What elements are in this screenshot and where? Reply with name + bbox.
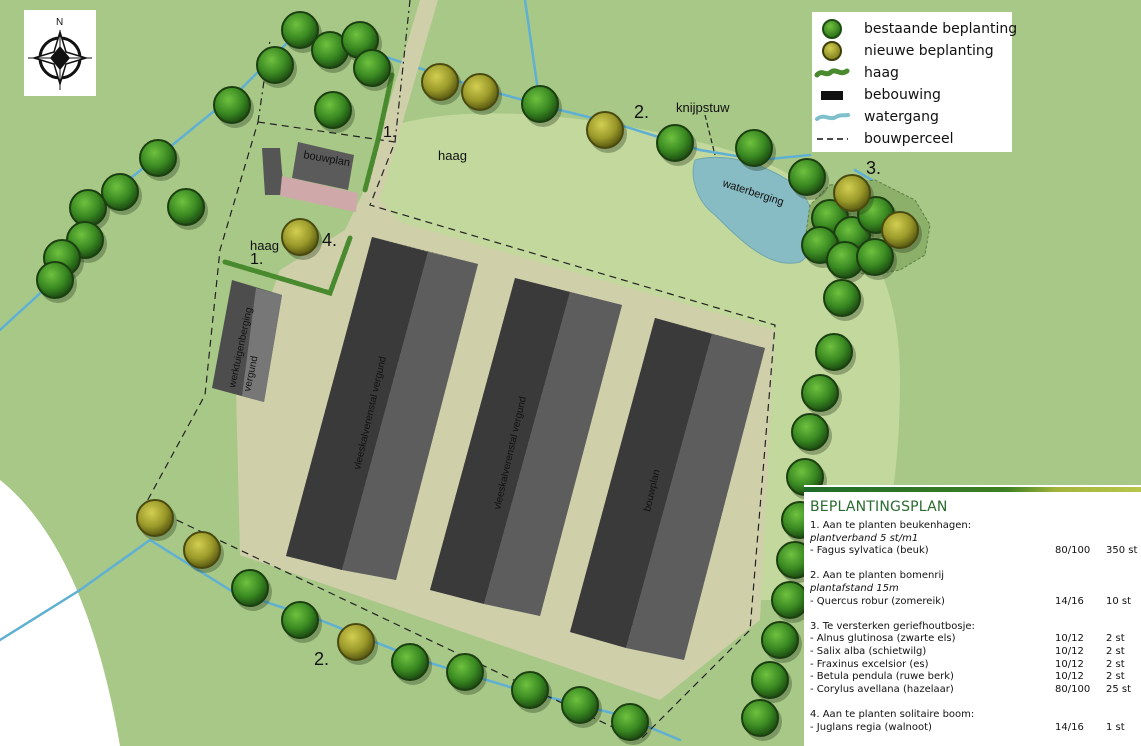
existing-tree-icon	[561, 686, 599, 724]
plan-line: 3. Te versterken geriefhoutbosje:	[810, 620, 975, 632]
plan-quantity: 2 st	[1106, 671, 1125, 683]
label-num-4: 4.	[322, 230, 337, 250]
existing-tree-icon	[256, 46, 294, 84]
existing-tree-icon	[761, 621, 799, 659]
new-tree-icon	[822, 41, 842, 61]
legend-item-plot: bouwperceel	[812, 129, 954, 149]
existing-tree-icon	[741, 699, 779, 737]
plan-line: plantafstand 15m	[810, 583, 899, 594]
legend-item-building: bebouwing	[812, 85, 941, 105]
watercourse-icon	[815, 113, 850, 121]
existing-tree-icon	[167, 188, 205, 226]
legend-label: bebouwing	[864, 87, 941, 103]
legend-label: nieuwe beplanting	[864, 43, 994, 59]
plan-line: - Salix alba (schietwilg)	[810, 646, 927, 657]
plan-quantity: 10 st	[1106, 595, 1132, 607]
plan-quantity: 350 st	[1106, 545, 1138, 557]
plan-line: - Alnus glutinosa (zwarte els)	[810, 633, 956, 645]
new-tree-icon	[136, 499, 174, 537]
existing-tree-icon	[751, 661, 789, 699]
planting-plan-panel: BEPLANTINGSPLAN 1. Aan te planten beuken…	[804, 485, 1141, 746]
plan-quantity: 2 st	[1106, 658, 1125, 670]
new-tree-icon	[833, 174, 871, 212]
existing-tree-icon	[656, 124, 694, 162]
existing-tree-icon	[788, 158, 826, 196]
legend-item-watercourse: watergang	[812, 107, 939, 127]
new-tree-icon	[183, 531, 221, 569]
legend-label: watergang	[864, 109, 939, 125]
legend-label: haag	[864, 65, 899, 81]
plan-quantity: 2 st	[1106, 633, 1125, 645]
existing-tree-icon	[314, 91, 352, 129]
plan-line: - Juglans regia (walnoot)	[810, 721, 932, 733]
plan-line: 4. Aan te planten solitaire boom:	[810, 709, 975, 720]
legend-item-hedge: haag	[812, 63, 899, 83]
existing-tree-icon	[391, 643, 429, 681]
label-num-3: 3.	[866, 158, 881, 178]
existing-tree-icon	[521, 85, 559, 123]
label-num-2b: 2.	[314, 649, 329, 669]
building-icon	[821, 91, 843, 100]
existing-tree-icon	[735, 129, 773, 167]
new-tree-icon	[586, 111, 624, 149]
existing-tree-icon	[801, 374, 839, 412]
new-tree-icon	[461, 73, 499, 111]
existing-tree-icon	[823, 279, 861, 317]
map-legend: bestaande beplanting nieuwe beplanting h…	[812, 12, 1017, 152]
existing-tree-icon	[822, 19, 842, 39]
plan-size: 14/16	[1055, 721, 1084, 733]
north-arrow: N	[24, 10, 96, 96]
plan-line: 2. Aan te planten bomenrij	[810, 570, 945, 582]
plan-quantity: 2 st	[1106, 646, 1125, 657]
label-num-1a: 1.	[383, 124, 396, 141]
plan-line: 1. Aan te planten beukenhagen:	[810, 520, 972, 531]
label-num-2a: 2.	[634, 102, 649, 122]
planting-plan-title: BEPLANTINGSPLAN	[810, 499, 948, 515]
plan-size: 80/100	[1055, 683, 1091, 695]
plan-size: 10/12	[1055, 646, 1084, 657]
plan-quantity: 1 st	[1106, 721, 1125, 733]
plan-size: 10/12	[1055, 633, 1084, 645]
plan-size: 10/12	[1055, 658, 1084, 670]
new-tree-icon	[421, 63, 459, 101]
new-tree-icon	[881, 211, 919, 249]
existing-tree-icon	[139, 139, 177, 177]
plan-size: 80/100	[1055, 545, 1091, 557]
existing-tree-icon	[281, 601, 319, 639]
existing-tree-icon	[36, 261, 74, 299]
existing-tree-icon	[231, 569, 269, 607]
plan-line: - Fraxinus excelsior (es)	[810, 658, 929, 670]
existing-tree-icon	[213, 86, 251, 124]
plan-size: 10/12	[1055, 671, 1084, 683]
label-knijpstuw: knijpstuw	[676, 100, 730, 115]
legend-label: bestaande beplanting	[864, 21, 1018, 37]
existing-tree-icon	[771, 581, 809, 619]
new-tree-icon	[281, 218, 319, 256]
new-tree-icon	[337, 623, 375, 661]
existing-tree-icon	[446, 653, 484, 691]
legend-item-new-trees: nieuwe beplanting	[812, 41, 994, 61]
existing-tree-icon	[791, 413, 829, 451]
existing-tree-icon	[511, 671, 549, 709]
plan-line: - Quercus robur (zomereik)	[810, 595, 945, 607]
existing-tree-icon	[815, 333, 853, 371]
legend-item-existing-trees: bestaande beplanting	[812, 19, 1017, 39]
plan-line: - Corylus avellana (hazelaar)	[810, 683, 954, 695]
plan-line: plantverband 5 st/m1	[810, 532, 919, 544]
north-label: N	[56, 17, 63, 28]
existing-tree-icon	[611, 703, 649, 741]
hedge-icon	[814, 68, 850, 78]
plan-line: - Betula pendula (ruwe berk)	[810, 671, 954, 683]
legend-label: bouwperceel	[864, 131, 954, 147]
plan-line: - Fagus sylvatica (beuk)	[810, 545, 929, 557]
plan-quantity: 25 st	[1106, 683, 1132, 695]
title-bar	[804, 487, 1141, 492]
existing-tree-icon	[353, 49, 391, 87]
plan-size: 14/16	[1055, 595, 1084, 607]
label-num-1b: 1.	[250, 251, 263, 268]
label-haag-top: haag	[438, 148, 467, 163]
existing-tree-icon	[69, 189, 107, 227]
